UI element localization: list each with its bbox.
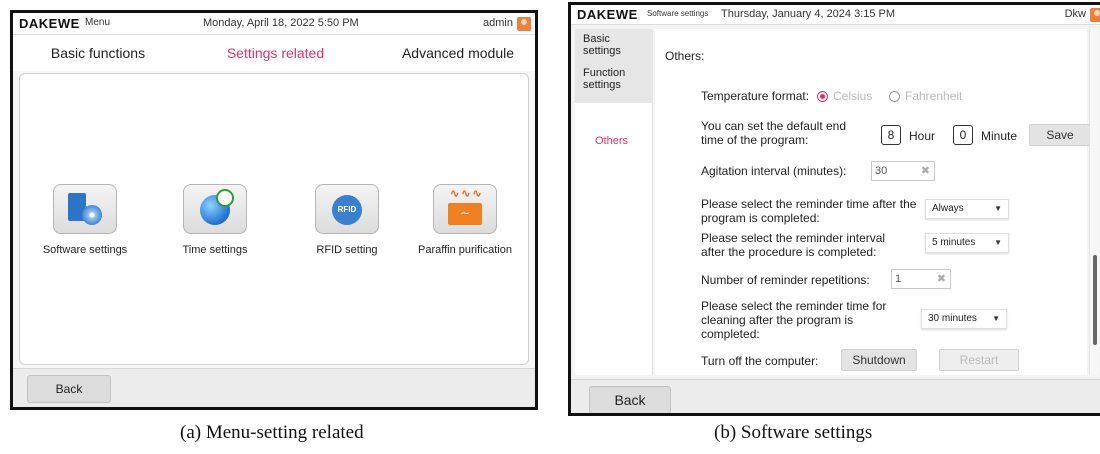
agitation-interval-input[interactable]: 30 ✖	[871, 161, 935, 181]
paraffin-heater-icon: ∼	[448, 203, 482, 225]
tab-settings-related[interactable]: Settings related	[188, 45, 363, 61]
agitation-interval-value: 30	[875, 165, 888, 177]
menu-title: Menu	[85, 17, 111, 28]
tab-advanced-module[interactable]: Advanced module	[383, 45, 533, 61]
scrollbar-thumb[interactable]	[1093, 255, 1097, 345]
bottom-bar: Back	[13, 368, 535, 407]
vertical-scrollbar[interactable]	[1089, 29, 1099, 375]
save-button[interactable]: Save	[1029, 124, 1091, 146]
software-settings-screen: DAKEWE Software settings Thursday, Janua…	[568, 2, 1100, 416]
back-button[interactable]: Back	[27, 375, 111, 403]
top-bar: DAKEWE Software settings Thursday, Janua…	[571, 5, 1100, 25]
sidebar-item-others[interactable]: Others	[595, 135, 628, 147]
screen-title: Software settings	[647, 9, 709, 18]
caption-menu-setting-related: (a) Menu-setting related	[180, 422, 364, 443]
user-name[interactable]: Dkw	[1065, 8, 1086, 20]
reminder-interval-select[interactable]: 5 minutes ▼	[925, 233, 1009, 253]
turn-off-label: Turn off the computer:	[701, 354, 819, 368]
fahrenheit-label[interactable]: Fahrenheit	[905, 89, 962, 103]
chevron-down-icon: ▼	[994, 238, 1002, 247]
end-hour-input[interactable]: 8	[881, 125, 901, 145]
celsius-label[interactable]: Celsius	[833, 89, 872, 103]
tab-basic-functions[interactable]: Basic functions	[33, 45, 163, 61]
datetime-display: Thursday, January 4, 2024 3:15 PM	[721, 8, 896, 20]
steam-icon: ∿∿∿	[450, 188, 484, 200]
hour-label: Hour	[909, 129, 936, 143]
end-minute-input[interactable]: 0	[953, 125, 973, 145]
shutdown-button[interactable]: Shutdown	[841, 349, 917, 371]
reminder-interval-value: 5 minutes	[932, 237, 976, 248]
tab-bar: Basic functions Settings related Advance…	[13, 35, 535, 76]
sidebar-item-basic-settings[interactable]: Basic settings	[583, 33, 643, 57]
clear-icon[interactable]: ✖	[921, 162, 930, 180]
chevron-down-icon: ▼	[992, 314, 1000, 323]
celsius-radio[interactable]	[817, 91, 828, 102]
sidebar-item-function-settings[interactable]: Function settings	[583, 67, 643, 91]
user-avatar-icon[interactable]	[517, 17, 531, 31]
user-avatar-icon[interactable]	[1090, 8, 1100, 22]
settings-content-area: Software settings Time settings RFID RFI…	[19, 73, 529, 365]
restart-button[interactable]: Restart	[939, 349, 1019, 371]
settings-sidebar: Basic settings Function settings Others	[575, 29, 653, 375]
top-bar: DAKEWE Menu Monday, April 18, 2022 5:50 …	[13, 13, 535, 35]
disc-icon	[82, 205, 102, 225]
cleaning-reminder-label: Please select the reminder time for clea…	[701, 299, 887, 341]
bottom-bar: Back	[571, 379, 1100, 413]
caption-software-settings: (b) Software settings	[714, 422, 873, 443]
section-heading: Others:	[665, 49, 705, 63]
app-label: Software settings	[42, 244, 128, 256]
settings-form: Others: Temperature format: Celsius Fahr…	[655, 29, 1091, 375]
temperature-format-label: Temperature format:	[701, 89, 810, 103]
rfid-setting-tile[interactable]: RFID	[315, 184, 379, 234]
brand-logo: DAKEWE	[577, 7, 638, 22]
cleaning-reminder-value: 30 minutes	[928, 313, 977, 324]
software-settings-button[interactable]: Software settings	[20, 184, 150, 256]
minute-label: Minute	[981, 129, 1018, 143]
fahrenheit-radio[interactable]	[889, 91, 900, 102]
reminder-repetitions-input[interactable]: 1 ✖	[891, 269, 951, 289]
back-button[interactable]: Back	[589, 386, 671, 413]
rfid-icon: RFID	[332, 195, 362, 225]
rfid-setting-button[interactable]: RFID RFID setting	[282, 184, 412, 256]
chevron-down-icon: ▼	[994, 204, 1002, 213]
time-settings-tile[interactable]	[183, 184, 247, 234]
app-label: Time settings	[182, 244, 248, 256]
cleaning-reminder-select[interactable]: 30 minutes ▼	[921, 309, 1007, 329]
end-time-label: You can set the default end time of the …	[701, 119, 847, 147]
reminder-repetitions-value: 1	[895, 273, 902, 285]
reminder-repetitions-label: Number of reminder repetitions:	[701, 273, 870, 287]
agitation-interval-label: Agitation interval (minutes):	[701, 164, 847, 178]
brand-logo: DAKEWE	[19, 16, 80, 31]
clock-icon	[216, 189, 234, 207]
reminder-interval-label: Please select the reminder interval afte…	[701, 231, 886, 259]
software-settings-tile[interactable]	[53, 184, 117, 234]
user-name[interactable]: admin	[483, 17, 513, 29]
reminder-time-select[interactable]: Always ▼	[925, 199, 1009, 219]
paraffin-purification-tile[interactable]: ∿∿∿ ∼	[433, 184, 497, 234]
datetime-display: Monday, April 18, 2022 5:50 PM	[203, 17, 359, 29]
clear-icon[interactable]: ✖	[937, 270, 946, 288]
menu-settings-screen: DAKEWE Menu Monday, April 18, 2022 5:50 …	[10, 10, 538, 410]
paraffin-purification-button[interactable]: ∿∿∿ ∼ Paraffin purification	[400, 184, 530, 256]
app-label: RFID setting	[316, 244, 378, 256]
reminder-time-value: Always	[932, 203, 964, 214]
app-label: Paraffin purification	[418, 244, 512, 256]
time-settings-button[interactable]: Time settings	[150, 184, 280, 256]
reminder-time-label: Please select the reminder time after th…	[701, 197, 917, 225]
